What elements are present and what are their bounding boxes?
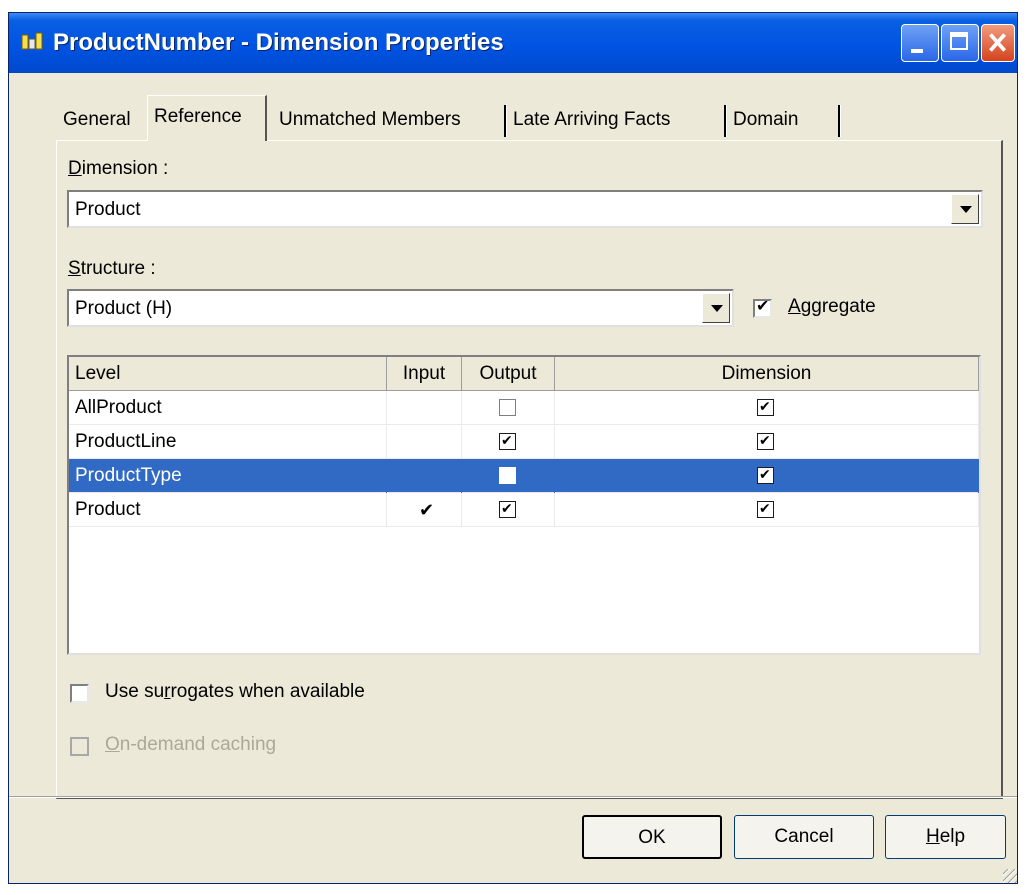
dimension-checkbox[interactable]: ✔ (757, 432, 774, 450)
level-cell: Product (69, 493, 387, 527)
dimension-checkbox[interactable]: ✔ (757, 398, 774, 416)
use-surrogates-label[interactable]: Use surrogates when available (105, 681, 365, 703)
structure-value: Product (H) (75, 298, 173, 319)
minimize-button[interactable] (901, 24, 939, 62)
table-row[interactable]: Product ✔ ✔ ✔ (69, 493, 979, 527)
input-cell (387, 391, 462, 425)
dimension-checkbox[interactable]: ✔ (757, 466, 774, 484)
dimension-label: Dimension : (68, 158, 169, 179)
tab-label: Late Arriving Facts (513, 109, 671, 130)
on-demand-caching-label: On-demand caching (105, 734, 277, 755)
title-bar[interactable]: ProductNumber - Dimension Properties (9, 13, 1017, 73)
input-cell (387, 459, 462, 493)
dimension-cell: ✔ (555, 493, 979, 527)
output-cell: ✔ (462, 493, 555, 527)
ok-button[interactable]: OK (582, 815, 722, 859)
dimension-checkbox[interactable]: ✔ (757, 500, 774, 518)
output-checkbox[interactable]: ✔ (499, 432, 516, 450)
tab-late-arriving-facts[interactable]: Late Arriving Facts (507, 99, 727, 141)
aggregate-label[interactable]: Aggregate (788, 296, 876, 318)
column-header-input[interactable]: Input (387, 357, 462, 391)
close-icon (989, 33, 1006, 52)
tab-label: Unmatched Members (279, 109, 461, 130)
output-checkbox[interactable]: ✔ (499, 500, 516, 518)
output-cell (462, 391, 555, 425)
use-surrogates-checkbox[interactable] (70, 684, 89, 703)
checkmark-icon: ✔ (759, 466, 771, 482)
structure-label: Structure : (68, 258, 156, 279)
dimension-app-icon (21, 32, 43, 50)
tab-label: Reference (154, 106, 242, 127)
tab-label: Domain (733, 109, 799, 130)
input-cell (387, 425, 462, 459)
checkmark-icon: ✔ (759, 432, 771, 448)
tab-unmatched-members[interactable]: Unmatched Members (273, 99, 507, 141)
output-cell: ✔ (462, 425, 555, 459)
output-checkbox[interactable] (499, 467, 516, 484)
column-header-output[interactable]: Output (462, 357, 555, 391)
aggregate-checkbox[interactable]: ✔ (753, 298, 772, 318)
cancel-button[interactable]: Cancel (734, 815, 874, 859)
footer-divider (9, 796, 1017, 798)
dropdown-arrow-icon[interactable] (951, 194, 979, 224)
tab-general[interactable]: General (57, 99, 147, 141)
checkmark-icon: ✔ (501, 432, 513, 448)
help-button[interactable]: Help (885, 815, 1006, 859)
dropdown-arrow-icon[interactable] (702, 293, 730, 323)
level-cell: AllProduct (69, 391, 387, 425)
input-cell: ✔ (387, 493, 462, 527)
close-button[interactable] (981, 24, 1015, 62)
checkmark-icon: ✔ (756, 298, 770, 315)
resize-grip-icon[interactable] (1003, 869, 1017, 883)
window-title: ProductNumber - Dimension Properties (53, 29, 504, 56)
dimension-dropdown[interactable]: Product (67, 190, 983, 228)
column-header-level[interactable]: Level (69, 357, 387, 391)
level-cell: ProductLine (69, 425, 387, 459)
table-row-selected[interactable]: ProductType ✔ (69, 459, 979, 493)
dimension-value: Product (75, 199, 141, 220)
grid-header: Level Input Output Dimension (69, 357, 979, 391)
structure-dropdown[interactable]: Product (H) (67, 289, 734, 327)
tab-label: General (63, 109, 131, 130)
levels-grid[interactable]: Level Input Output Dimension AllProduct … (67, 355, 981, 655)
maximize-button[interactable] (941, 24, 979, 62)
column-header-dimension[interactable]: Dimension (555, 357, 979, 391)
tab-reference[interactable]: Reference (147, 95, 267, 141)
checkmark-icon: ✔ (759, 398, 771, 414)
dimension-cell: ✔ (555, 425, 979, 459)
level-cell: ProductType (69, 459, 387, 493)
tab-domain[interactable]: Domain (727, 99, 841, 141)
dimension-cell: ✔ (555, 459, 979, 493)
table-row[interactable]: AllProduct ✔ (69, 391, 979, 425)
output-checkbox[interactable] (499, 399, 516, 416)
input-check-icon: ✔ (419, 500, 435, 520)
output-cell (462, 459, 555, 493)
checkmark-icon: ✔ (501, 500, 513, 516)
table-row[interactable]: ProductLine ✔ ✔ (69, 425, 979, 459)
dimension-cell: ✔ (555, 391, 979, 425)
on-demand-caching-checkbox (70, 737, 89, 756)
checkmark-icon: ✔ (759, 500, 771, 516)
tab-strip: General Reference Unmatched Members Late… (57, 95, 857, 141)
